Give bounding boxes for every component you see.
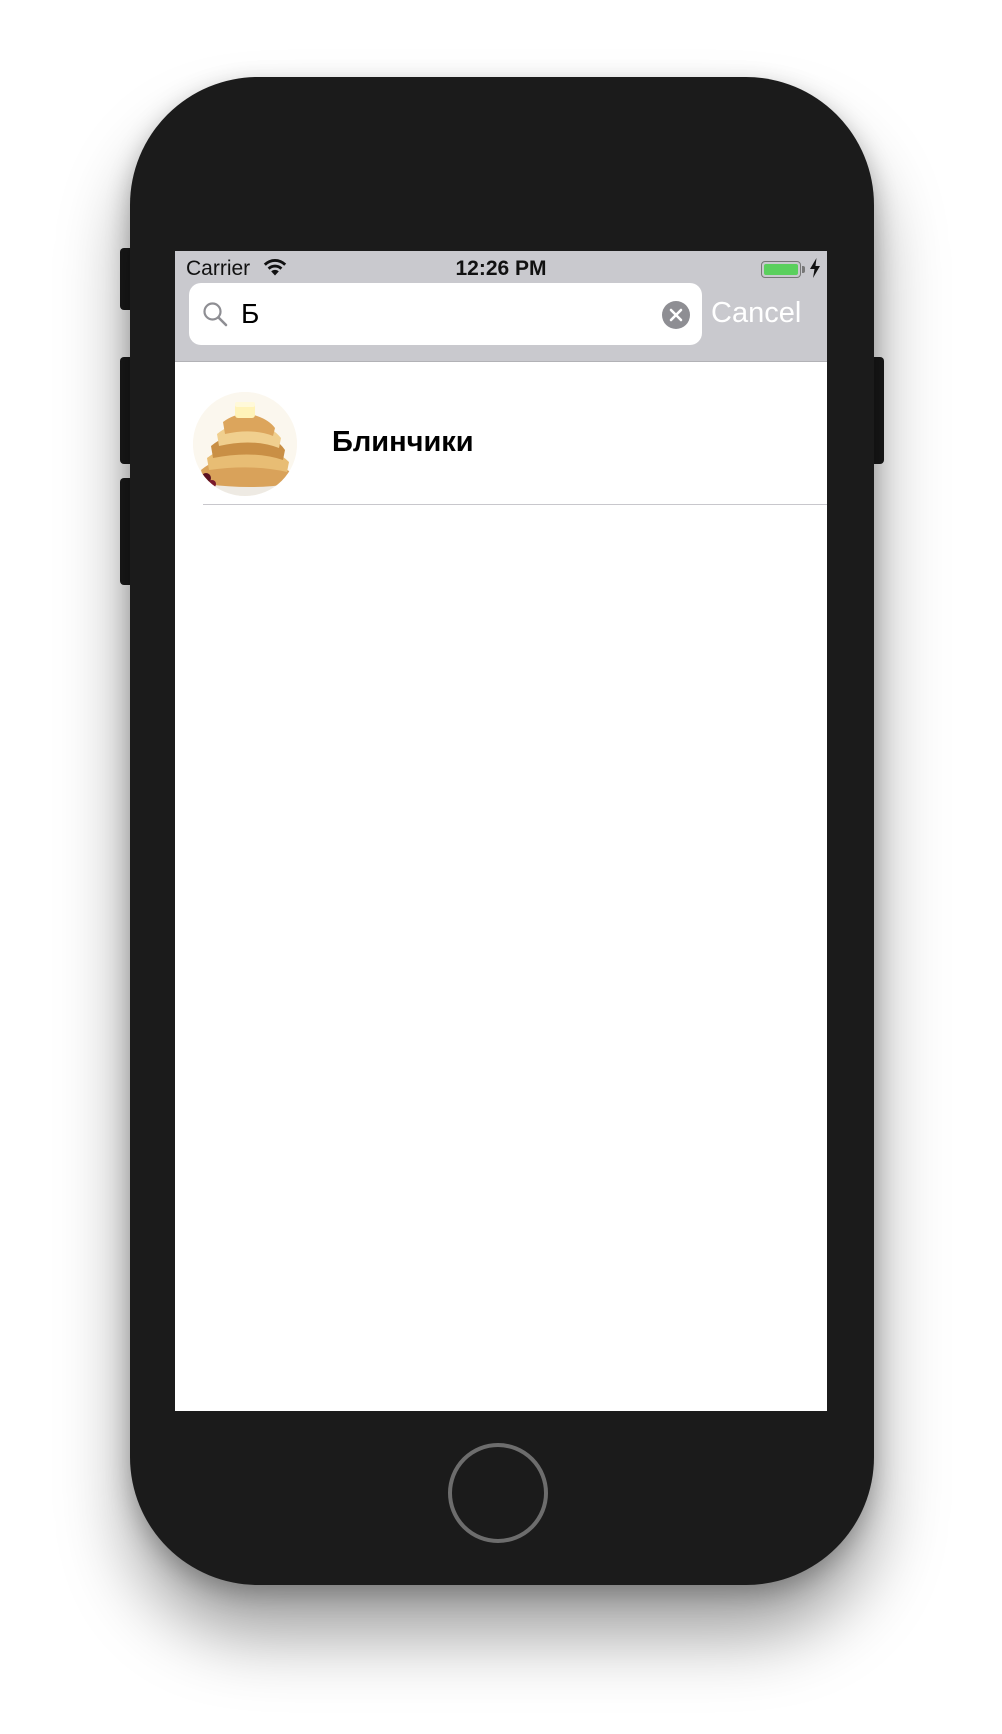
device-mockup: Carrier 12:26 PM Б Cancel Блинчики (0, 0, 1002, 1734)
search-results-list: Блинчики (175, 362, 827, 505)
battery-terminal (802, 266, 805, 273)
list-item[interactable]: Блинчики (175, 362, 827, 505)
battery-icon (761, 261, 805, 278)
charging-bolt-icon (810, 258, 820, 278)
cancel-button[interactable]: Cancel (711, 291, 823, 335)
search-header: Carrier 12:26 PM Б Cancel (175, 251, 827, 362)
pancakes-photo (193, 392, 297, 496)
clear-text-icon[interactable] (662, 301, 690, 329)
search-input[interactable] (241, 293, 641, 335)
list-item-title: Блинчики (332, 426, 474, 458)
status-bar: Carrier 12:26 PM (175, 251, 827, 283)
home-button[interactable] (448, 1443, 548, 1543)
battery-level-fill (764, 264, 798, 275)
search-field[interactable] (189, 283, 702, 345)
app-screen: Carrier 12:26 PM Б Cancel Блинчики (175, 251, 827, 1411)
search-icon (203, 302, 228, 327)
clock: 12:26 PM (455, 257, 547, 280)
